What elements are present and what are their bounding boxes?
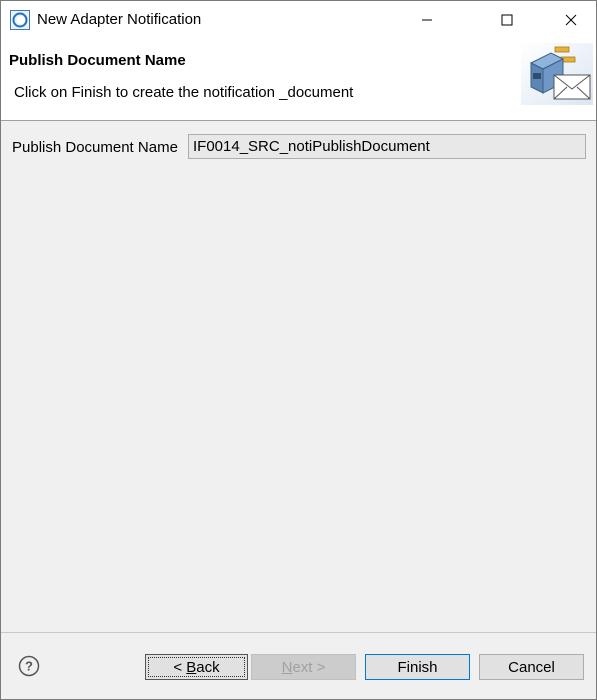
back-button-label: ack: [196, 658, 220, 676]
adapter-notification-wizard-icon: [521, 43, 593, 105]
finish-button[interactable]: Finish: [365, 654, 470, 680]
page-description: Click on Finish to create the notificati…: [14, 84, 354, 101]
footer-divider: [1, 632, 596, 633]
cancel-button[interactable]: Cancel: [479, 654, 584, 680]
back-button-mnemonic: B: [186, 658, 197, 676]
svg-text:?: ?: [25, 659, 33, 674]
publish-document-name-label: Publish Document Name: [12, 139, 178, 156]
back-button-prefix: <: [173, 658, 187, 676]
title-bar[interactable]: New Adapter Notification: [1, 1, 596, 39]
next-button-mnemonic: N: [281, 658, 293, 676]
next-button[interactable]: Next >: [251, 654, 356, 680]
minimize-icon: [422, 19, 432, 21]
maximize-icon: [501, 14, 513, 26]
next-button-label: ext >: [292, 658, 326, 676]
page-title: Publish Document Name: [9, 52, 186, 69]
wizard-header: Publish Document Name Click on Finish to…: [1, 39, 596, 120]
window-title: New Adapter Notification: [37, 11, 202, 28]
maximize-button[interactable]: [484, 1, 530, 39]
close-button[interactable]: [548, 1, 594, 39]
header-divider: [1, 120, 596, 121]
help-icon[interactable]: ?: [18, 655, 40, 677]
publish-document-name-field[interactable]: IF0014_SRC_notiPublishDocument: [188, 134, 586, 159]
close-icon: [565, 14, 577, 26]
eclipse-app-icon: [10, 10, 30, 30]
back-button[interactable]: < Back: [145, 654, 248, 680]
minimize-button[interactable]: [404, 1, 450, 39]
wizard-dialog: New Adapter Notification Publish Documen…: [0, 0, 597, 700]
